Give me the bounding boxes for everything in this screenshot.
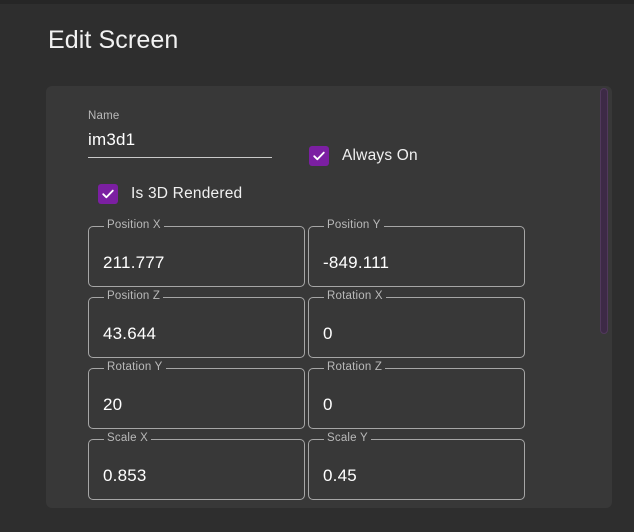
is-3d-rendered-checkbox-row[interactable]: Is 3D Rendered	[98, 184, 578, 204]
field-label: Scale Y	[324, 432, 371, 444]
field-label: Position Z	[104, 290, 164, 302]
checkbox-checked-icon[interactable]	[309, 146, 329, 166]
field-input[interactable]: -849.111	[323, 253, 389, 286]
field-input[interactable]: 0	[323, 395, 333, 428]
is-3d-rendered-label: Is 3D Rendered	[131, 185, 243, 202]
field-scale-x[interactable]: Scale X 0.853	[88, 432, 305, 500]
field-input[interactable]: 0	[323, 324, 333, 357]
page-title: Edit Screen	[48, 26, 179, 54]
field-input[interactable]: 0.853	[103, 466, 147, 499]
name-field-label: Name	[88, 110, 120, 122]
transform-fields-grid: Position X 211.777 Position Y -849.111 P…	[88, 219, 578, 500]
field-position-x[interactable]: Position X 211.777	[88, 219, 305, 287]
field-position-z[interactable]: Position Z 43.644	[88, 290, 305, 358]
field-rotation-z[interactable]: Rotation Z 0	[308, 361, 525, 429]
panel-scrollbar-thumb[interactable]	[600, 88, 608, 334]
field-position-y[interactable]: Position Y -849.111	[308, 219, 525, 287]
field-input[interactable]: 211.777	[103, 253, 165, 286]
name-input[interactable]: im3d1	[88, 130, 272, 158]
field-label: Rotation X	[324, 290, 386, 302]
field-label: Scale X	[104, 432, 152, 444]
form-container: Name im3d1 Always On Is 3D Rendered Posi…	[46, 86, 612, 508]
window-top-strip	[0, 0, 634, 4]
field-label: Rotation Z	[324, 361, 386, 373]
name-and-always-on-row: Name im3d1 Always On	[88, 104, 578, 180]
field-label: Position Y	[324, 219, 384, 231]
field-rotation-y[interactable]: Rotation Y 20	[88, 361, 305, 429]
checkbox-checked-icon[interactable]	[98, 184, 118, 204]
field-label: Rotation Y	[104, 361, 166, 373]
field-input[interactable]: 20	[103, 395, 122, 428]
field-label: Position X	[104, 219, 164, 231]
field-rotation-x[interactable]: Rotation X 0	[308, 290, 525, 358]
always-on-checkbox-row[interactable]: Always On	[309, 146, 418, 166]
field-input[interactable]: 43.644	[103, 324, 156, 357]
panel-scrollbar-track[interactable]	[598, 86, 610, 508]
field-scale-y[interactable]: Scale Y 0.45	[308, 432, 525, 500]
edit-screen-panel: Name im3d1 Always On Is 3D Rendered Posi…	[46, 86, 612, 508]
field-input[interactable]: 0.45	[323, 466, 357, 499]
always-on-label: Always On	[342, 147, 418, 164]
name-field[interactable]: Name im3d1	[88, 110, 272, 158]
